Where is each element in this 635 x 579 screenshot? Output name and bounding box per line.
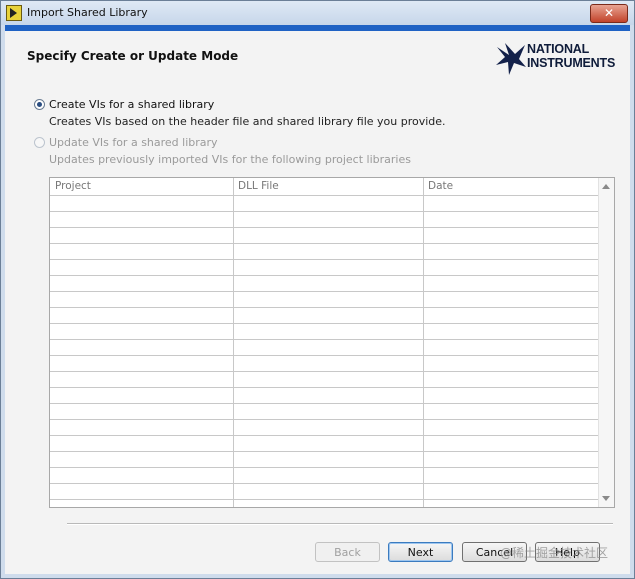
ni-logo: NATIONAL INSTRUMENTS	[495, 41, 625, 79]
table-row[interactable]	[50, 276, 598, 292]
import-shared-library-window: Import Shared Library ✕ Specify Create o…	[0, 0, 635, 579]
page-title: Specify Create or Update Mode	[27, 49, 239, 63]
ni-eagle-icon	[496, 43, 526, 75]
window-title: Import Shared Library	[27, 6, 148, 19]
table-row[interactable]	[50, 388, 598, 404]
column-header-dll-file[interactable]: DLL File	[238, 180, 279, 192]
column-header-date[interactable]: Date	[428, 180, 453, 192]
table-scrollbar[interactable]	[598, 178, 614, 507]
title-bar[interactable]: Import Shared Library ✕	[1, 1, 634, 25]
project-libraries-table[interactable]: Project DLL File Date	[49, 177, 615, 508]
table-row[interactable]	[50, 372, 598, 388]
ni-logo-line1: NATIONAL	[527, 42, 590, 56]
column-header-project[interactable]: Project	[55, 180, 91, 192]
table-row[interactable]	[50, 452, 598, 468]
table-row[interactable]	[50, 292, 598, 308]
create-vis-label: Create VIs for a shared library	[49, 98, 215, 111]
table-row[interactable]	[50, 308, 598, 324]
table-rows	[50, 196, 598, 507]
watermark: @稀土掘金技术社区	[500, 546, 609, 560]
close-button[interactable]: ✕	[590, 4, 628, 23]
table-row[interactable]	[50, 196, 598, 212]
footer-divider	[67, 523, 613, 525]
ni-logo-text: NATIONAL INSTRUMENTS	[527, 42, 615, 70]
table-row[interactable]	[50, 500, 598, 507]
table-row[interactable]	[50, 260, 598, 276]
update-vis-label: Update VIs for a shared library	[49, 136, 218, 149]
table-row[interactable]	[50, 340, 598, 356]
back-button[interactable]: Back	[315, 542, 380, 562]
scroll-up-arrow-icon[interactable]	[602, 184, 610, 189]
table-row[interactable]	[50, 420, 598, 436]
wizard-page: Specify Create or Update Mode NATIONAL I…	[5, 31, 630, 574]
create-vis-option[interactable]: Create VIs for a shared library	[34, 98, 334, 112]
table-row[interactable]	[50, 244, 598, 260]
next-button[interactable]: Next	[388, 542, 453, 562]
create-vis-description: Creates VIs based on the header file and…	[49, 115, 446, 128]
scroll-down-arrow-icon[interactable]	[602, 496, 610, 501]
create-vis-radio[interactable]	[34, 99, 45, 110]
update-vis-option[interactable]: Update VIs for a shared library	[34, 136, 334, 150]
table-row[interactable]	[50, 356, 598, 372]
update-vis-description: Updates previously imported VIs for the …	[49, 153, 411, 166]
table-row[interactable]	[50, 404, 598, 420]
table-row[interactable]	[50, 484, 598, 500]
update-vis-radio[interactable]	[34, 137, 45, 148]
table-row[interactable]	[50, 436, 598, 452]
table-row[interactable]	[50, 468, 598, 484]
table-row[interactable]	[50, 228, 598, 244]
table-row[interactable]	[50, 324, 598, 340]
table-header: Project DLL File Date	[50, 178, 598, 196]
table-row[interactable]	[50, 212, 598, 228]
ni-logo-line2: INSTRUMENTS	[527, 56, 616, 70]
labview-app-icon	[6, 5, 22, 21]
